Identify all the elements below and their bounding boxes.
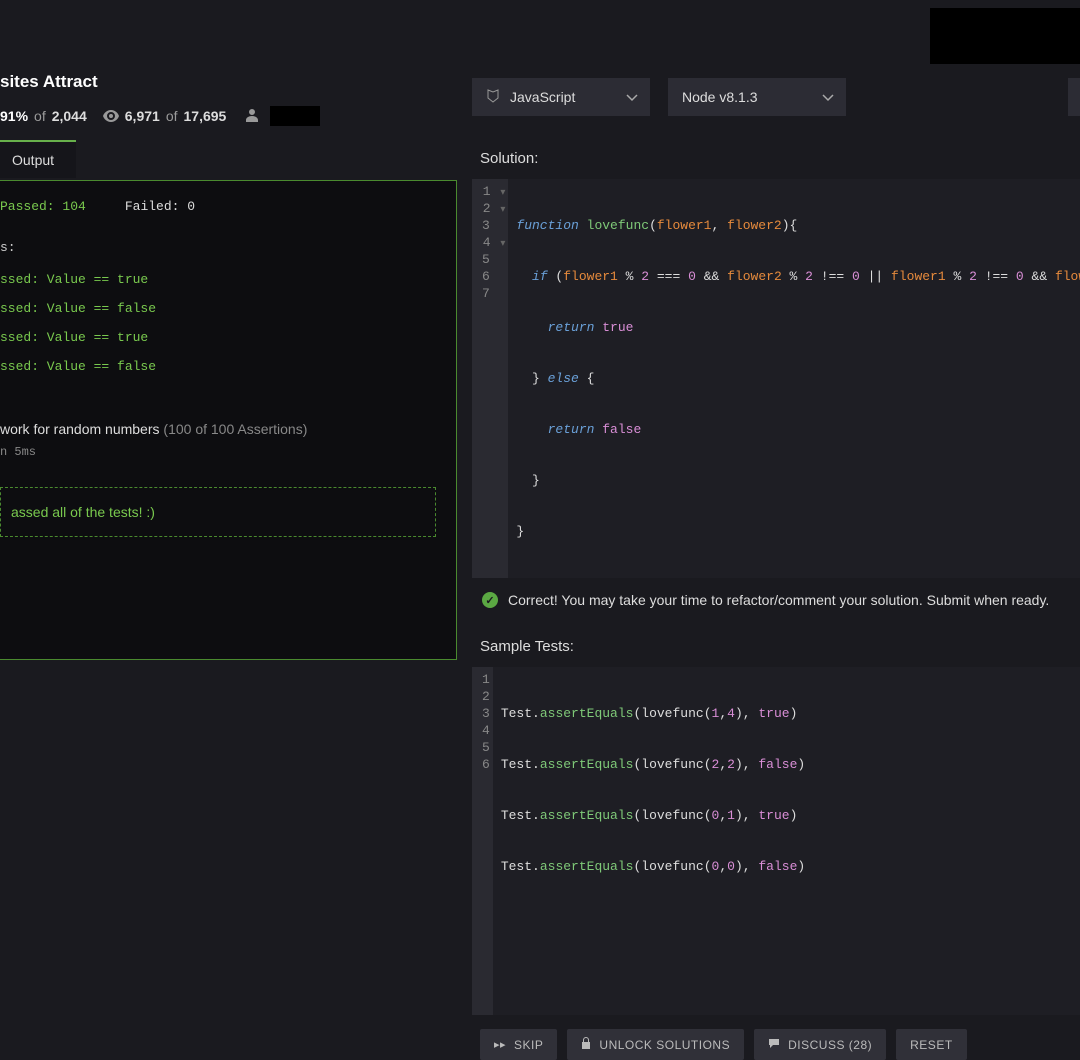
language-label: JavaScript [510, 89, 575, 105]
user-icon [246, 108, 258, 125]
passed-label: Passed: 104 [0, 199, 86, 214]
sample-tests-header: Sample Tests: [472, 618, 1080, 667]
stat2b: 17,695 [184, 108, 227, 124]
action-bar: ▸▸ SKIP UNLOCK SOLUTIONS DISCUSS (28) RE… [472, 1015, 1080, 1060]
chevron-down-icon [626, 89, 638, 105]
test-result-line: ssed: Value == true [0, 265, 456, 294]
side-button[interactable] [1068, 78, 1080, 116]
skip-button[interactable]: ▸▸ SKIP [480, 1029, 557, 1060]
line-gutter: 1 ▾ 2 ▾ 3 4 ▾ 5 6 7 [472, 179, 508, 578]
test-result-line: ssed: Value == true [0, 323, 456, 352]
language-dropdown[interactable]: JavaScript [472, 78, 650, 116]
discuss-button[interactable]: DISCUSS (28) [754, 1029, 886, 1060]
comment-icon [768, 1038, 780, 1052]
runtime-label: Node v8.1.3 [682, 89, 758, 105]
of-label-2: of [166, 108, 178, 124]
stat2a: 6,971 [125, 108, 160, 124]
test-result-line: ssed: Value == false [0, 294, 456, 323]
success-message: assed all of the tests! :) [0, 487, 436, 537]
top-black-box [930, 8, 1080, 64]
line-gutter: 1 2 3 4 5 6 [472, 667, 493, 1015]
pass-rate: 91% [0, 108, 28, 124]
solution-editor[interactable]: 1 ▾ 2 ▾ 3 4 ▾ 5 6 7 function lovefunc(fl… [472, 179, 1080, 578]
total-of: 2,044 [52, 108, 87, 124]
user-black-box [270, 106, 320, 126]
chevron-down-icon [822, 89, 834, 105]
test-result-line: ssed: Value == false [0, 352, 456, 381]
of-label: of [34, 108, 46, 124]
tab-output[interactable]: Output [0, 140, 76, 178]
output-panel: Passed: 104 Failed: 0 s: ssed: Value == … [0, 180, 457, 660]
failed-label: Failed: 0 [125, 199, 195, 214]
runtime-dropdown[interactable]: Node v8.1.3 [668, 78, 846, 116]
lock-icon [581, 1037, 591, 1052]
time-label: n 5ms [0, 437, 456, 459]
tests-code[interactable]: Test.assertEquals(lovefunc(1,4), true) T… [493, 667, 813, 1015]
eye-icon [103, 110, 119, 122]
tests-section-label: s: [0, 228, 456, 265]
feedback-text: Correct! You may take your time to refac… [508, 592, 1049, 608]
tests-editor[interactable]: 1 2 3 4 5 6 Test.assertEquals(lovefunc(1… [472, 667, 1080, 1015]
javascript-icon [486, 89, 500, 106]
feedback-bar: ✓ Correct! You may take your time to ref… [472, 582, 1080, 618]
solution-code[interactable]: function lovefunc(flower1, flower2){ if … [508, 179, 1080, 578]
reset-button[interactable]: RESET [896, 1029, 967, 1060]
unlock-solutions-button[interactable]: UNLOCK SOLUTIONS [567, 1029, 744, 1060]
solution-header: Solution: [472, 144, 1080, 179]
check-icon: ✓ [482, 592, 498, 608]
forward-icon: ▸▸ [494, 1038, 506, 1051]
random-tests-label: work for random numbers (100 of 100 Asse… [0, 381, 456, 437]
